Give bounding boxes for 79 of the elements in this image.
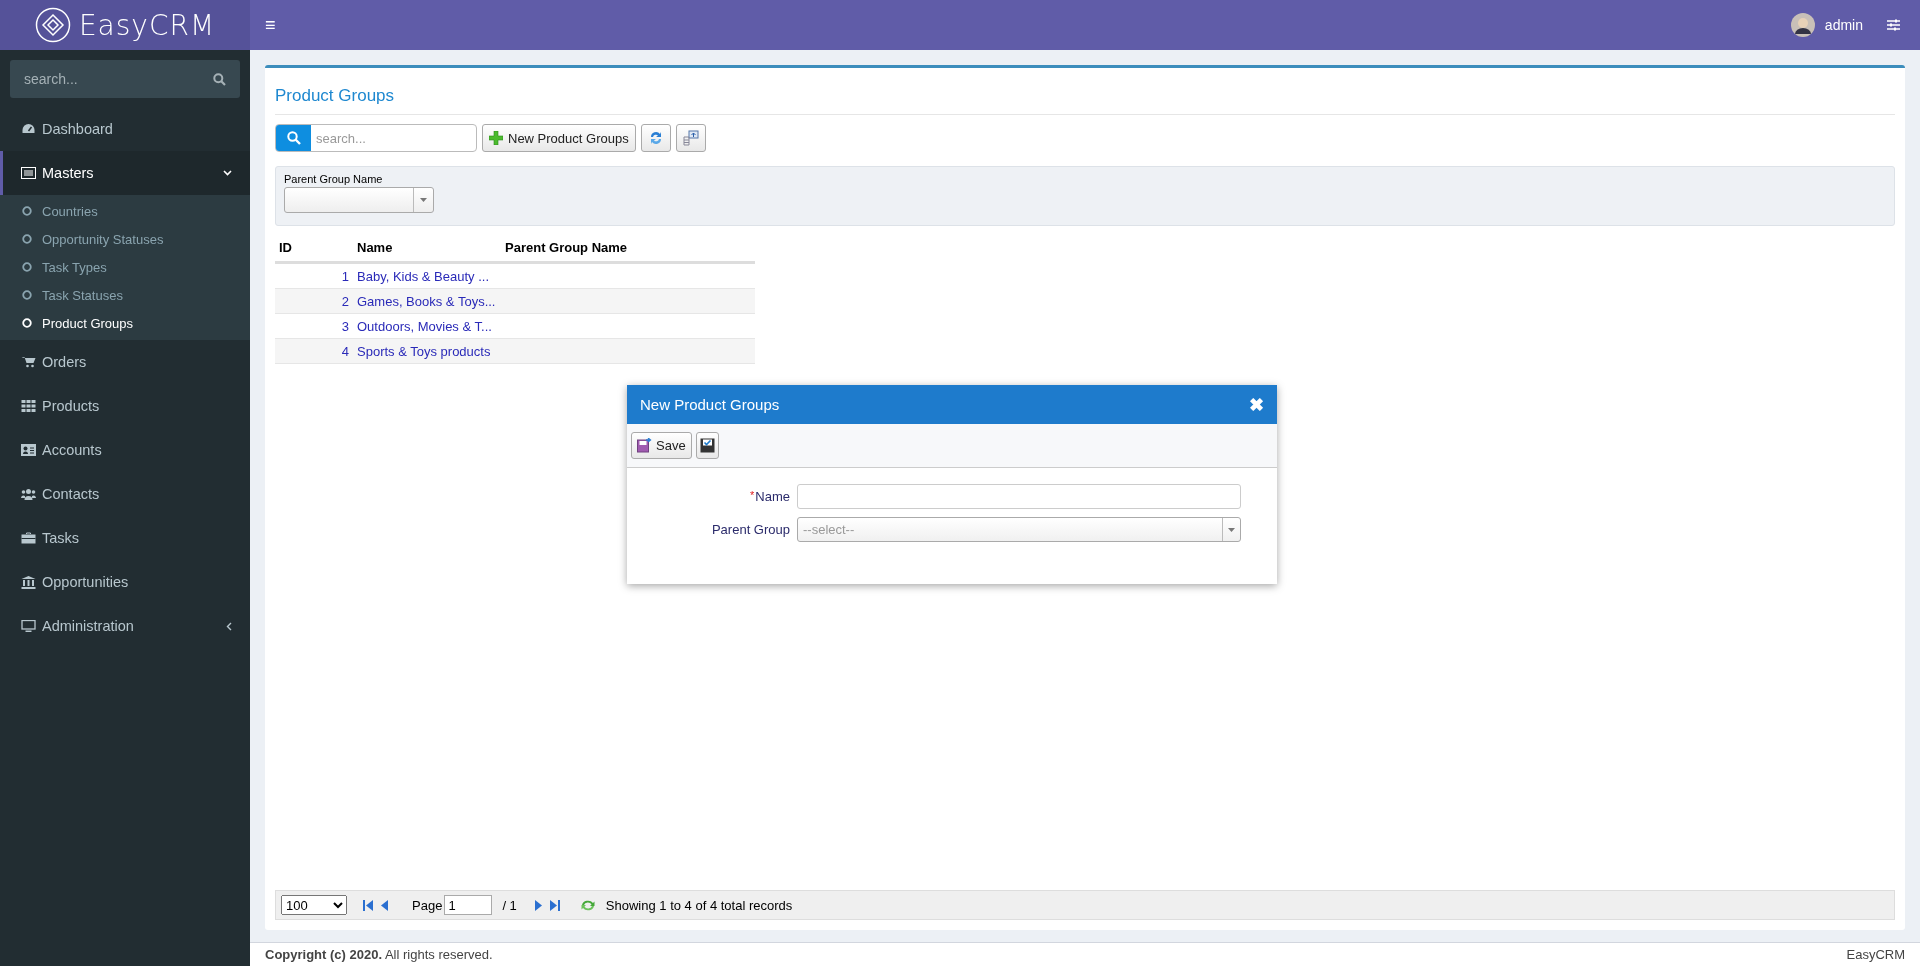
table-cell: 1 bbox=[275, 262, 353, 289]
sidebar-item[interactable]: Dashboard bbox=[0, 107, 250, 151]
users-icon bbox=[21, 488, 36, 500]
refresh-button[interactable] bbox=[640, 124, 671, 152]
sidebar-item[interactable]: Contacts bbox=[0, 472, 250, 516]
table-cell: 2 bbox=[275, 288, 353, 314]
page-total: / 1 bbox=[502, 897, 517, 913]
sliders-icon[interactable] bbox=[1887, 19, 1900, 31]
id-card-icon bbox=[21, 444, 36, 456]
table-cell: 3 bbox=[275, 313, 353, 339]
circle-icon bbox=[22, 262, 32, 272]
sidebar-search-bar[interactable]: search... bbox=[10, 60, 240, 98]
floppy-check-icon bbox=[699, 438, 715, 453]
name-input-field[interactable] bbox=[797, 484, 1241, 509]
avatar-icon bbox=[1790, 13, 1815, 37]
previous-page-icon[interactable] bbox=[381, 899, 388, 911]
required-marker: * bbox=[750, 489, 755, 501]
caret-down-icon bbox=[1228, 527, 1235, 532]
submenu-item[interactable]: Countries bbox=[0, 197, 250, 225]
user-name[interactable]: admin bbox=[1824, 17, 1863, 33]
next-page-icon[interactable] bbox=[534, 899, 542, 911]
page-number-field[interactable]: 1 bbox=[444, 895, 493, 915]
field-label: Name bbox=[755, 489, 790, 504]
grid-icon bbox=[21, 400, 36, 412]
circle-icon bbox=[22, 290, 32, 300]
caret-down-icon bbox=[420, 198, 427, 202]
search-icon[interactable] bbox=[286, 131, 301, 145]
circle-icon bbox=[22, 234, 32, 244]
copyright-text: Copyright (c) 2020. All rights reserved. bbox=[265, 947, 493, 962]
sidebar-item[interactable]: Opportunities bbox=[0, 560, 250, 604]
sidebar-item[interactable]: Masters bbox=[0, 151, 250, 195]
filter-label: Parent Group Name bbox=[284, 173, 384, 185]
footer-brand: EasyCRM bbox=[1846, 947, 1905, 962]
briefcase-icon bbox=[21, 532, 36, 544]
close-button[interactable]: ✖ bbox=[1249, 393, 1264, 416]
page-label: Page bbox=[412, 897, 443, 913]
sidebar-item[interactable]: Products bbox=[0, 384, 250, 428]
submenu-item[interactable]: Opportunity Statuses bbox=[0, 225, 250, 253]
save-close-button[interactable] bbox=[695, 432, 719, 459]
column-header[interactable]: ID bbox=[279, 239, 292, 255]
grid-search-bar[interactable]: search... bbox=[275, 124, 477, 152]
gauge-icon bbox=[21, 123, 36, 135]
column-header[interactable]: Parent Group Name bbox=[505, 239, 628, 255]
page-size-select[interactable]: 100 bbox=[281, 895, 347, 915]
save-button[interactable]: Save bbox=[631, 432, 692, 459]
dialog-title: New Product Groups bbox=[640, 396, 780, 413]
list-card-icon bbox=[21, 167, 36, 179]
sidebar-item[interactable]: Accounts bbox=[0, 428, 250, 472]
parent-group-filter-dropdown[interactable] bbox=[284, 187, 434, 213]
circle-icon bbox=[22, 206, 32, 216]
first-page-icon[interactable] bbox=[363, 899, 373, 911]
page-title: Product Groups bbox=[275, 68, 1895, 115]
column-header[interactable]: Name bbox=[357, 239, 393, 255]
export-table-icon bbox=[682, 130, 699, 146]
bank-icon bbox=[21, 575, 36, 589]
sidebar-item[interactable]: Administration bbox=[0, 604, 250, 648]
plus-icon bbox=[489, 131, 503, 145]
sidebar-item[interactable]: Tasks bbox=[0, 516, 250, 560]
group-name-link[interactable]: Outdoors, Movies & T... bbox=[357, 318, 492, 334]
monitor-icon bbox=[21, 620, 36, 632]
app-logo-text: EasyCRM bbox=[78, 8, 216, 42]
reload-icon[interactable] bbox=[579, 898, 596, 912]
sidebar-item[interactable]: Orders bbox=[0, 340, 250, 384]
group-name-link[interactable]: Baby, Kids & Beauty ... bbox=[357, 268, 489, 284]
submenu-item[interactable]: Product Groups bbox=[0, 309, 250, 337]
cart-icon bbox=[21, 356, 36, 368]
submenu-item[interactable]: Task Statuses bbox=[0, 281, 250, 309]
menu-toggle[interactable]: ≡ bbox=[265, 14, 276, 35]
new-product-groups-button[interactable]: New Product Groups bbox=[482, 124, 636, 152]
records-status: Showing 1 to 4 of 4 total records bbox=[605, 897, 793, 913]
export-button[interactable] bbox=[675, 124, 706, 152]
field-label: Parent Group bbox=[711, 522, 790, 537]
submenu-item[interactable]: Task Types bbox=[0, 253, 250, 281]
last-page-icon[interactable] bbox=[549, 899, 560, 911]
diamond-logo-icon bbox=[34, 7, 71, 43]
circle-icon bbox=[22, 318, 32, 328]
table-cell: 4 bbox=[275, 338, 353, 364]
search-icon bbox=[213, 72, 226, 86]
sidebar-search-field[interactable]: search... bbox=[24, 71, 194, 87]
